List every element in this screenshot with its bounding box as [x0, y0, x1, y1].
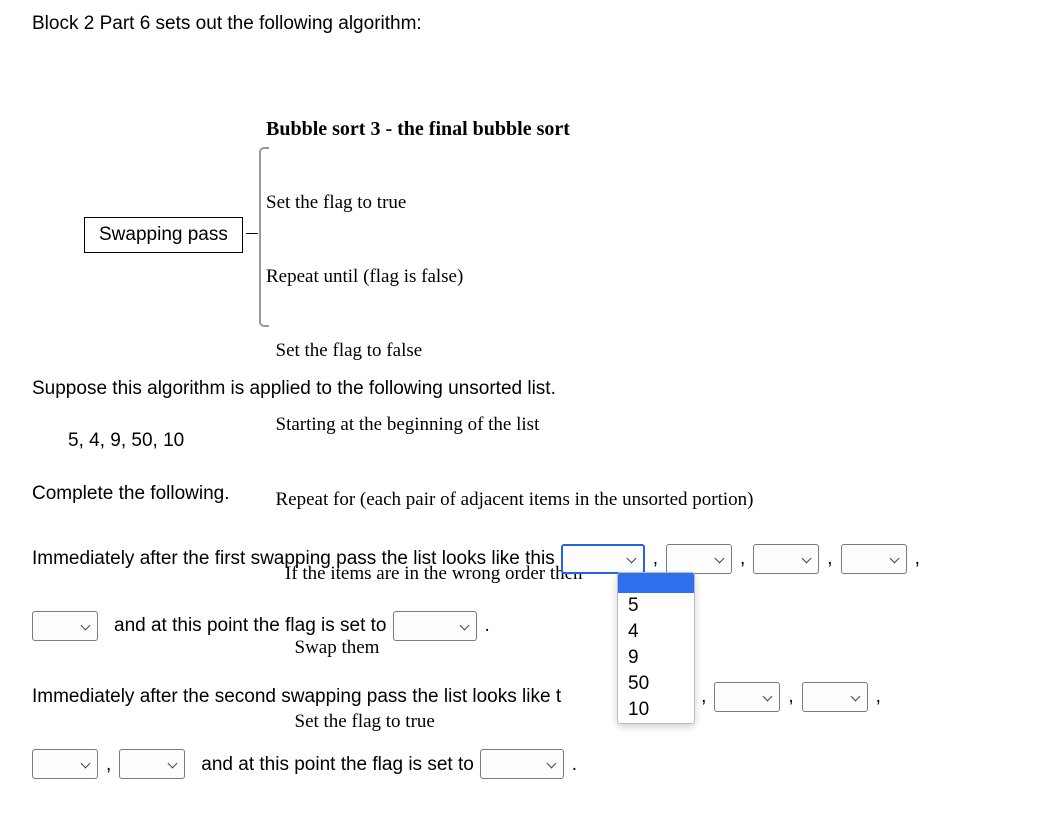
q1-text-b: and at this point the flag is set to [114, 599, 387, 652]
chevron-down-icon [851, 692, 861, 702]
q2-slot-5[interactable] [32, 749, 98, 779]
comma: , [106, 738, 111, 791]
q2-text-a: Immediately after the second swapping pa… [32, 670, 561, 723]
algo-line: Starting at the beginning of the list [266, 413, 754, 438]
q1-slot-5[interactable] [32, 611, 98, 641]
algo-title: Bubble sort 3 - the final bubble sort [266, 116, 754, 142]
chevron-down-icon [890, 554, 900, 564]
comma: , [876, 670, 881, 723]
algo-line: Set the flag to false [266, 339, 754, 364]
algo-line: Set the flag to true [266, 191, 754, 216]
algorithm-figure: Swapping pass Bubble sort 3 - the final … [32, 67, 1007, 327]
dropdown-option[interactable]: 50 [618, 671, 694, 697]
chevron-down-icon [547, 759, 557, 769]
q1-slot-4[interactable] [841, 544, 907, 574]
connector-line [246, 233, 258, 234]
q1-flag-select[interactable] [393, 611, 477, 641]
period: . [572, 738, 577, 791]
comma: , [701, 670, 706, 723]
intro-text: Block 2 Part 6 sets out the following al… [32, 10, 1007, 39]
chevron-down-icon [81, 759, 91, 769]
q2-slot-6[interactable] [119, 749, 185, 779]
comma: , [827, 532, 832, 585]
dropdown-option-blank[interactable] [618, 573, 694, 593]
chevron-down-icon [168, 759, 178, 769]
comma: , [915, 532, 920, 585]
q1-slot-3[interactable] [753, 544, 819, 574]
comma: , [740, 532, 745, 585]
dropdown-option[interactable]: 10 [618, 697, 694, 723]
dropdown-option[interactable]: 5 [618, 593, 694, 619]
q1-slot-1[interactable] [561, 544, 645, 574]
question-1-line-2: and at this point the flag is set to . [32, 599, 1007, 652]
chevron-down-icon [802, 554, 812, 564]
dropdown-option[interactable]: 9 [618, 645, 694, 671]
q1-text-a: Immediately after the first swapping pas… [32, 532, 555, 585]
chevron-down-icon [763, 692, 773, 702]
swapping-pass-label: Swapping pass [84, 217, 243, 253]
chevron-down-icon [627, 554, 637, 564]
question-1-line-1: Immediately after the first swapping pas… [32, 532, 1007, 585]
chevron-down-icon [715, 554, 725, 564]
period: . [485, 599, 490, 652]
dropdown-options-popup[interactable]: 5 4 9 50 10 [617, 572, 695, 724]
q2-slot-4[interactable] [802, 682, 868, 712]
q2-slot-3[interactable] [714, 682, 780, 712]
algo-line: Repeat until (flag is false) [266, 265, 754, 290]
q2-text-b: and at this point the flag is set to [201, 738, 474, 791]
chevron-down-icon [81, 621, 91, 631]
q2-flag-select[interactable] [480, 749, 564, 779]
question-2-line-1: Immediately after the second swapping pa… [32, 670, 1007, 723]
question-2-line-2: , and at this point the flag is set to . [32, 738, 1007, 791]
algo-line: Repeat for (each pair of adjacent items … [266, 488, 754, 513]
comma: , [788, 670, 793, 723]
dropdown-option[interactable]: 4 [618, 619, 694, 645]
chevron-down-icon [460, 621, 470, 631]
q1-slot-2[interactable] [666, 544, 732, 574]
